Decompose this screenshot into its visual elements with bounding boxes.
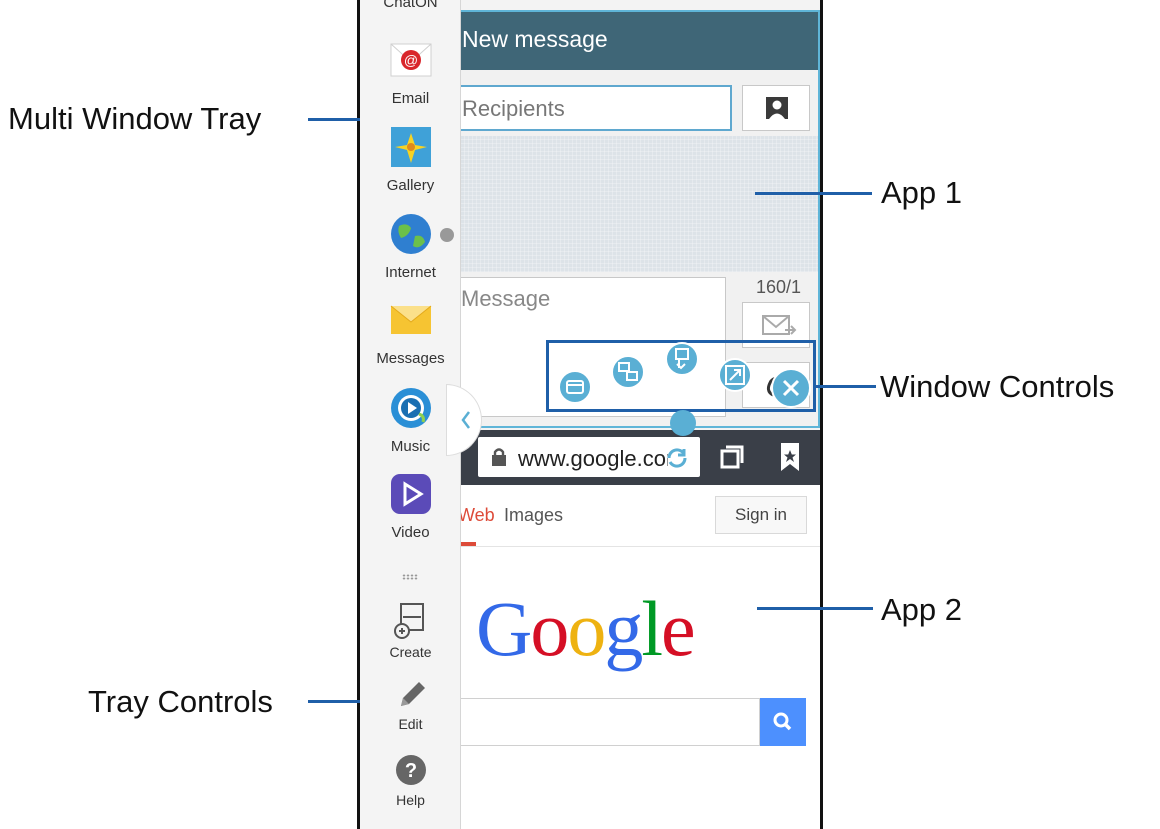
- contact-button[interactable]: [742, 85, 810, 131]
- help-icon: ?: [395, 755, 426, 785]
- drag-icon: [675, 348, 689, 370]
- callout-tray-controls: Tray Controls: [88, 684, 273, 719]
- callout-window-controls: Window Controls: [880, 369, 1115, 404]
- switch-window-button[interactable]: [558, 370, 592, 404]
- tray-item-email[interactable]: @ Email: [360, 38, 461, 107]
- callout-line-window-controls: [816, 385, 876, 388]
- email-icon: @: [389, 38, 433, 82]
- callout-app2: App 2: [881, 592, 963, 627]
- video-icon: [389, 472, 433, 516]
- callout-line-tray-controls: [308, 700, 362, 703]
- tray-control-label: Create: [389, 644, 432, 660]
- google-logo-letter: o: [567, 585, 606, 672]
- recipients-placeholder: Recipients: [462, 96, 565, 121]
- callout-line-app2: [757, 607, 873, 610]
- callout-app1: App 1: [881, 175, 963, 210]
- google-logo-letter: G: [476, 585, 532, 672]
- tray-item-label: Internet: [385, 264, 436, 281]
- google-search-input[interactable]: [458, 698, 760, 746]
- gallery-icon: [389, 125, 433, 169]
- create-icon: [393, 603, 424, 639]
- tray-control-help[interactable]: ? Help: [360, 752, 461, 808]
- tray-control-label: Help: [396, 792, 425, 808]
- maximize-window-button[interactable]: [718, 358, 752, 392]
- drag-dots-icon: [402, 574, 418, 580]
- contact-icon: [766, 97, 788, 119]
- google-logo-letter: o: [530, 585, 569, 672]
- callout-multi-window-tray: Multi Window Tray: [8, 101, 262, 136]
- bookmark-icon[interactable]: [776, 440, 804, 474]
- tray-control-edit[interactable]: Edit: [360, 676, 461, 732]
- close-window-button[interactable]: [771, 368, 811, 408]
- music-icon: [389, 386, 433, 430]
- google-logo-letter: l: [641, 585, 663, 672]
- google-search-button[interactable]: [760, 698, 806, 746]
- svg-text:@: @: [403, 52, 417, 68]
- tabs-icon[interactable]: [716, 442, 746, 472]
- google-tabs-bar: Web Images Sign in: [458, 485, 820, 547]
- app2-window[interactable]: www.google.com Web Images Sign in Google: [458, 430, 820, 829]
- google-logo-letter: e: [661, 585, 696, 672]
- callout-line-app1: [755, 192, 872, 195]
- message-thread-area: [460, 136, 818, 272]
- chevron-left-icon: [461, 411, 470, 429]
- internet-icon: [389, 212, 433, 256]
- app1-title: New message: [462, 26, 608, 52]
- tray-item-video[interactable]: Video: [360, 472, 461, 541]
- tray-cut-off-label: ChatON: [383, 0, 438, 11]
- tray-control-label: Edit: [398, 716, 423, 732]
- swap-icon: [618, 362, 638, 381]
- tray-item-messages[interactable]: Messages: [360, 298, 461, 367]
- window-divider-handle[interactable]: [670, 410, 696, 436]
- sign-in-button[interactable]: Sign in: [715, 496, 807, 534]
- google-logo: Google: [476, 590, 696, 668]
- tray-item-label: Email: [391, 90, 430, 107]
- character-count: 160/1: [756, 277, 802, 297]
- search-icon: [773, 712, 792, 731]
- browser-toolbar: www.google.com: [458, 430, 820, 485]
- google-logo-letter: g: [604, 585, 643, 672]
- compose-placeholder: Message: [461, 286, 551, 311]
- tray-collapse-handle[interactable]: [446, 384, 482, 456]
- tray-item-label: Messages: [376, 350, 445, 367]
- device-screen: New message Recipients Message 160/1 www…: [357, 0, 823, 829]
- pencil-icon: [400, 682, 425, 706]
- refresh-icon[interactable]: [662, 443, 692, 473]
- tray-item-gallery[interactable]: Gallery: [360, 125, 461, 194]
- tray-control-create[interactable]: Create: [360, 600, 461, 660]
- maximize-icon: [725, 365, 745, 385]
- tray-item-internet[interactable]: Internet: [360, 212, 461, 281]
- lock-icon: [492, 448, 506, 466]
- tray-item-label: Video: [391, 524, 430, 541]
- internet-more-icon: [440, 228, 454, 242]
- tab-web[interactable]: Web: [458, 505, 495, 526]
- swap-windows-button[interactable]: [611, 355, 645, 389]
- close-icon: [782, 379, 800, 397]
- url-text: www.google.com: [518, 446, 668, 471]
- app1-header: New message: [460, 12, 818, 70]
- drag-content-button[interactable]: [665, 342, 699, 376]
- svg-text:?: ?: [404, 760, 416, 782]
- url-bar[interactable]: www.google.com: [478, 437, 700, 477]
- recipients-input[interactable]: Recipients: [460, 85, 732, 131]
- window-icon: [566, 380, 584, 394]
- tray-item-label: Gallery: [386, 177, 435, 194]
- tab-images[interactable]: Images: [504, 505, 563, 526]
- messages-icon: [389, 298, 433, 342]
